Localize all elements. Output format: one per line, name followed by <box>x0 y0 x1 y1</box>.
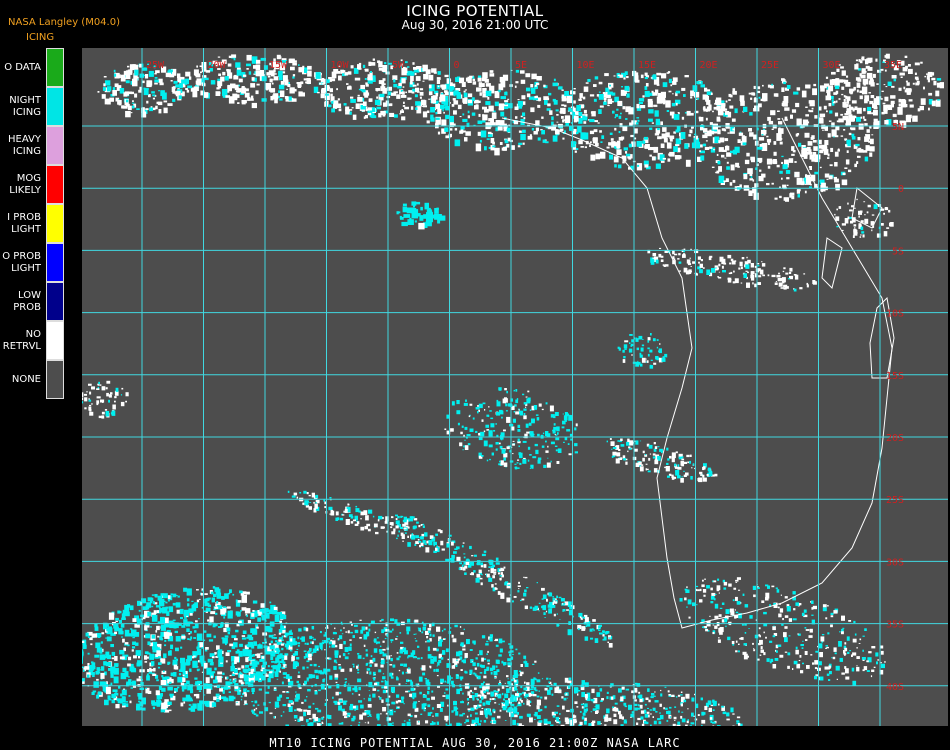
longitude-label: 15W <box>269 60 288 71</box>
legend-label-line: I PROB <box>7 211 41 223</box>
longitude-label: 20W <box>208 60 227 71</box>
cloud-patch <box>82 380 129 419</box>
latitude-label: 40S <box>886 682 904 693</box>
cloud-patch <box>617 333 668 369</box>
legend-swatch <box>46 282 64 321</box>
legend-swatch <box>46 165 64 204</box>
latitude-label: 0 <box>898 184 904 195</box>
cloud-patch <box>606 438 718 483</box>
longitude-label: 5W <box>392 60 405 71</box>
longitude-label: 25E <box>761 60 779 71</box>
legend-swatch <box>46 126 64 165</box>
longitude-label: 0 <box>454 60 460 71</box>
latitude-label: 30S <box>886 557 904 568</box>
legend-label: NONE <box>0 360 41 399</box>
longitude-label: 30E <box>823 60 841 71</box>
legend-label-line: RETRVL <box>2 340 41 352</box>
legend-item: HEAVY ICING <box>0 126 66 165</box>
cloud-patch <box>466 677 743 726</box>
legend-label-line: MOG <box>16 172 41 184</box>
legend-item: NIGHT ICING <box>0 87 66 126</box>
legend-label-line: PROB <box>13 301 41 313</box>
legend-swatch <box>46 87 64 126</box>
map-timestamp: Aug 30, 2016 21:00 UTC <box>401 18 549 32</box>
latitude-label: 5N <box>892 122 904 133</box>
legend-swatch <box>46 48 64 87</box>
cloud-patch <box>97 63 190 118</box>
legend-label-line: O PROB <box>2 250 41 262</box>
latitude-label: 5S <box>892 246 904 257</box>
cloud-patch <box>396 201 446 230</box>
cloud-patch <box>555 70 736 171</box>
legend-item: LOW PROB <box>0 282 66 321</box>
latitude-label: 35S <box>886 620 904 631</box>
legend-item: O PROB LIGHT <box>0 243 66 282</box>
legend-label-line: NONE <box>11 373 41 385</box>
longitude-label: 25W <box>146 60 165 71</box>
legend-swatch <box>46 321 64 360</box>
cloud-patch <box>647 247 817 292</box>
legend: O DATA NIGHT ICING HEAVY ICING MOG LIKELY I PRO… <box>0 48 66 399</box>
legend-item: NO RETRVL <box>0 321 66 360</box>
legend-label: O DATA <box>0 48 41 87</box>
legend-item: MOG LIKELY <box>0 165 66 204</box>
latitude-label: 10S <box>886 309 904 320</box>
longitude-label: 20E <box>700 60 718 71</box>
longitude-label: 15E <box>638 60 656 71</box>
longitude-label: 10W <box>331 60 350 71</box>
lake-outline <box>821 237 843 289</box>
legend-item: I PROB LIGHT <box>0 204 66 243</box>
legend-label: MOG LIKELY <box>0 165 41 204</box>
legend-label: I PROB LIGHT <box>0 204 41 243</box>
legend-swatch <box>46 204 64 243</box>
icing-map: 25W 20W 15W 10W 5W 0 5E 10E 15E 20E 25E 30E 35E 5N 0 5S… <box>82 48 948 726</box>
legend-label-line: LIGHT <box>11 262 41 274</box>
legend-item: NONE <box>0 360 66 399</box>
legend-label-line: NIGHT <box>9 94 41 106</box>
legend-label-line: O DATA <box>4 61 41 73</box>
longitude-label: 5E <box>515 60 527 71</box>
latitude-label: 15S <box>886 371 904 382</box>
cloud-patch <box>679 577 886 686</box>
footer-caption: MT10 ICING POTENTIAL AUG 30, 2016 21:00Z… <box>269 736 681 750</box>
legend-swatch <box>46 360 64 399</box>
legend-swatch <box>46 243 64 282</box>
legend-label-line: LOW <box>18 289 41 301</box>
legend-item: O DATA <box>0 48 66 87</box>
legend-label-line: LIKELY <box>9 184 41 196</box>
legend-label: NO RETRVL <box>0 321 41 360</box>
coastline-africa <box>501 117 893 629</box>
cloud-patch <box>834 198 894 238</box>
legend-label: LOW PROB <box>0 282 41 321</box>
legend-label: HEAVY ICING <box>0 126 41 165</box>
latitude-label: 20S <box>886 433 904 444</box>
legend-label: NIGHT ICING <box>0 87 41 126</box>
cloud-patch <box>82 586 296 713</box>
legend-label: O PROB LIGHT <box>0 243 41 282</box>
legend-label-line: ICING <box>12 106 41 118</box>
map-canvas: 25W 20W 15W 10W 5W 0 5E 10E 15E 20E 25E 30E 35E 5N 0 5S… <box>82 48 948 726</box>
legend-title: ICING <box>26 32 55 43</box>
legend-label-line: ICING <box>12 145 41 157</box>
longitude-label: 35E <box>884 60 902 71</box>
longitude-label: 10E <box>577 60 595 71</box>
legend-label-line: NO <box>25 328 41 340</box>
latitude-label: 25S <box>886 495 904 506</box>
legend-label-line: HEAVY <box>8 133 41 145</box>
cloud-patch <box>184 54 326 109</box>
legend-label-line: LIGHT <box>11 223 41 235</box>
producer-label: NASA Langley (M04.0) <box>8 17 120 28</box>
